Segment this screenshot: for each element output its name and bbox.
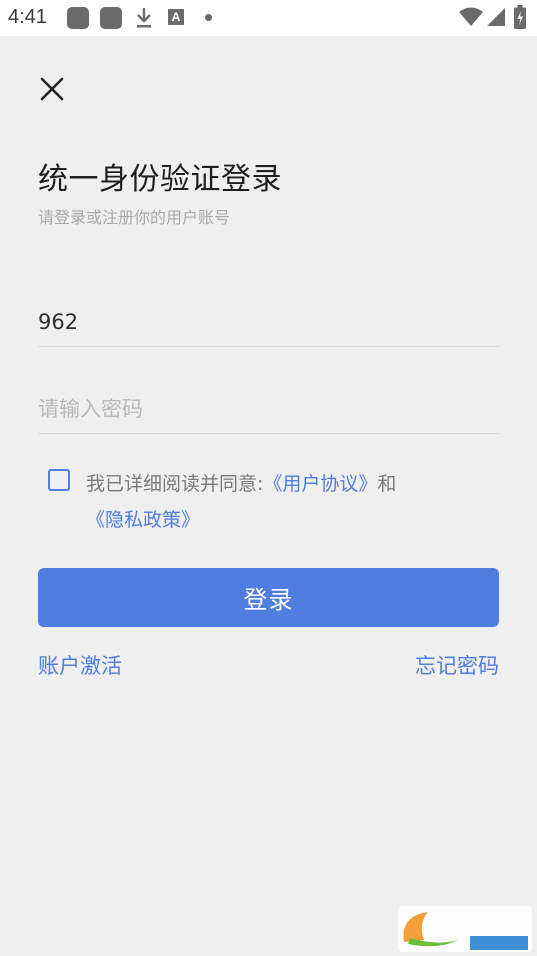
wifi-icon (459, 7, 483, 26)
watermark-logo (398, 906, 532, 952)
agreement-checkbox[interactable] (48, 469, 70, 491)
font-a-icon: A (168, 9, 184, 25)
privacy-policy-link[interactable]: 《隐私政策》 (86, 509, 200, 531)
agreement-text: 我已详细阅读并同意:《用户协议》和《隐私政策》 (86, 466, 506, 538)
notification-app-icon (100, 7, 122, 29)
dot-icon (205, 14, 212, 21)
user-agreement-link[interactable]: 《用户协议》 (263, 473, 377, 495)
password-field (38, 385, 499, 434)
status-bar: 4:41 A (0, 0, 537, 36)
status-time: 4:41 (8, 6, 47, 28)
username-field (38, 298, 499, 347)
password-input[interactable] (38, 385, 499, 433)
close-icon[interactable] (38, 75, 66, 103)
page-title: 统一身份验证登录 (38, 162, 282, 197)
signal-icon (487, 8, 505, 26)
download-icon (137, 8, 151, 28)
battery-icon (514, 5, 526, 29)
page-subtitle: 请登录或注册你的用户账号 (38, 208, 231, 227)
notification-app-icon (67, 7, 89, 29)
agreement-prefix: 我已详细阅读并同意: (86, 473, 264, 495)
forgot-password-link[interactable]: 忘记密码 (415, 650, 499, 680)
username-input[interactable] (38, 298, 499, 346)
login-button[interactable]: 登录 (38, 568, 499, 627)
agreement-conjunction: 和 (377, 473, 397, 495)
activate-account-link[interactable]: 账户激活 (38, 650, 122, 680)
